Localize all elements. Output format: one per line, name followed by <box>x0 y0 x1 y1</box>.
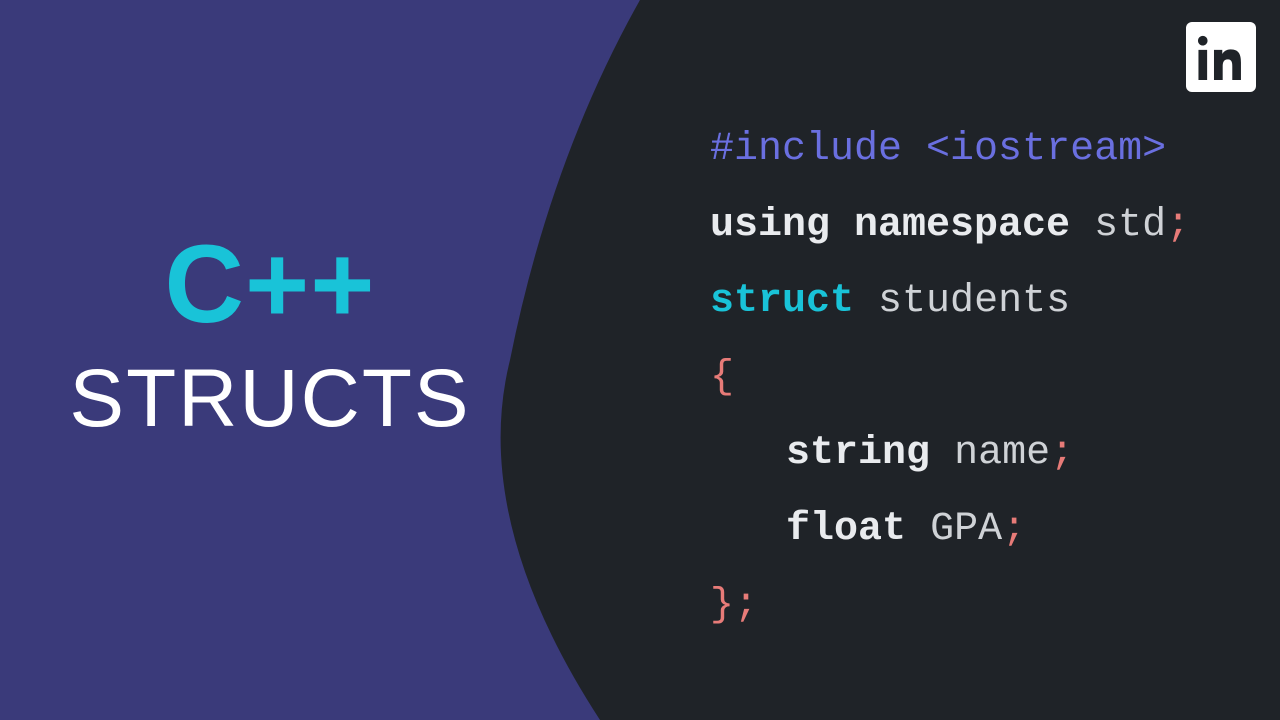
tok-lbrace: { <box>710 355 734 400</box>
linkedin-icon <box>1198 34 1244 80</box>
title-line-2: STRUCTS <box>0 358 540 440</box>
tok-rbrace: } <box>710 583 734 628</box>
code-block: #include <iostream> using namespace std;… <box>710 112 1190 644</box>
linkedin-logo <box>1186 22 1256 92</box>
tok-field2-name: GPA <box>930 507 1002 552</box>
code-line-struct: struct students <box>710 264 1190 340</box>
code-line-field1: string name; <box>710 416 1190 492</box>
tok-include-kw: #include <box>710 127 902 172</box>
tok-using-ns: std <box>1094 203 1166 248</box>
tok-struct-kw: struct <box>710 279 854 324</box>
code-line-using: using namespace std; <box>710 188 1190 264</box>
tok-semi-2: ; <box>1050 431 1074 476</box>
title-block: C++ STRUCTS <box>0 230 540 440</box>
tok-semi-4: ; <box>734 583 758 628</box>
tok-field1-type: string <box>786 431 930 476</box>
tok-struct-name: students <box>878 279 1070 324</box>
code-line-include: #include <iostream> <box>710 112 1190 188</box>
title-line-1: C++ <box>0 230 540 340</box>
slide: C++ STRUCTS #include <iostream> using na… <box>0 0 1280 720</box>
code-line-rbrace: }; <box>710 568 1190 644</box>
tok-field1-name: name <box>954 431 1050 476</box>
tok-semi-1: ; <box>1166 203 1190 248</box>
code-line-field2: float GPA; <box>710 492 1190 568</box>
tok-using-kw: using namespace <box>710 203 1070 248</box>
tok-field2-type: float <box>786 507 906 552</box>
tok-include-target: <iostream> <box>926 127 1166 172</box>
code-line-lbrace: { <box>710 340 1190 416</box>
tok-semi-3: ; <box>1002 507 1026 552</box>
